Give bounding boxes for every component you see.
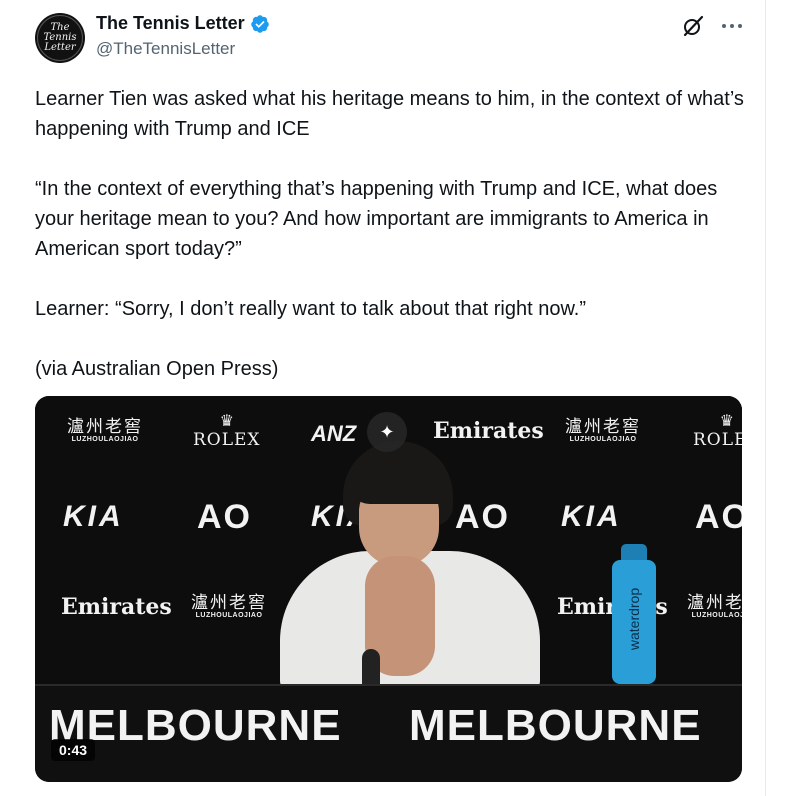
sponsor-text: 瀘州老窖 xyxy=(67,417,143,437)
player-fringe xyxy=(349,449,449,504)
bottle-brand-text: waterdrop xyxy=(626,587,643,651)
more-icon[interactable] xyxy=(722,16,742,36)
sponsor-rolex-logo: ♛ ROLEX xyxy=(193,413,261,451)
sparkle-icon: ✦ xyxy=(379,421,395,442)
sponsor-text: LUZHOULAOJIAO xyxy=(569,436,637,443)
avatar-text-line: Letter xyxy=(44,42,76,53)
video-player[interactable]: 瀘州老窖 LUZHOULAOJIAO ♛ ROLEX ANZ Emirates … xyxy=(35,396,742,782)
rolex-crown-icon: ♛ xyxy=(219,413,234,430)
verified-badge-icon xyxy=(250,14,269,33)
tweet-card: The Tennis Letter The Tennis Letter @The… xyxy=(0,0,766,796)
avatar-logo: The Tennis Letter xyxy=(37,15,83,61)
sponsor-luzhoulaojiao-logo: 瀘州老窖 LUZHOULAOJIAO xyxy=(565,418,641,443)
desk-melbourne-text: MELBOURNE xyxy=(409,701,702,750)
tweet-paragraph: “In the context of everything that’s hap… xyxy=(35,178,718,260)
grok-analyze-button[interactable]: ✦ xyxy=(367,412,407,452)
bottle-label: waterdrop xyxy=(622,574,646,664)
sponsor-text: 瀘州老窖 xyxy=(687,593,742,613)
sponsor-text: ROLEX xyxy=(193,430,261,450)
sponsor-rolex-logo: ♛ ROLEX xyxy=(693,413,742,451)
rolex-crown-icon: ♛ xyxy=(719,413,734,430)
sponsor-luzhoulaojiao-logo: 瀘州老窖 LUZHOULAOJIAO xyxy=(191,594,267,619)
author-handle[interactable]: @TheTennisLetter xyxy=(96,39,235,59)
avatar[interactable]: The Tennis Letter xyxy=(35,13,85,63)
sponsor-luzhoulaojiao-logo: 瀘州老窖 LUZHOULAOJIAO xyxy=(687,594,742,619)
sponsor-emirates-logo: Emirates xyxy=(61,594,172,620)
video-duration: 0:43 xyxy=(51,739,96,761)
author-display-name[interactable]: The Tennis Letter xyxy=(96,13,245,34)
sponsor-text: 瀘州老窖 xyxy=(191,593,267,613)
more-dot xyxy=(738,24,742,28)
sponsor-ao-logo: AO xyxy=(197,498,252,536)
sponsor-text: 瀘州老窖 xyxy=(565,417,641,437)
sponsor-text: ROLEX xyxy=(693,430,742,450)
more-dot xyxy=(722,24,726,28)
sponsor-text: LUZHOULAOJIAO xyxy=(195,612,263,619)
sponsor-kia-logo: KIA xyxy=(63,500,124,533)
sponsor-ao-logo: AO xyxy=(695,498,742,536)
tweet-paragraph: Learner Tien was asked what his heritage… xyxy=(35,88,744,140)
tweet-text: Learner Tien was asked what his heritage… xyxy=(35,84,755,384)
sponsor-luzhoulaojiao-logo: 瀘州老窖 LUZHOULAOJIAO xyxy=(67,418,143,443)
sponsor-text: LUZHOULAOJIAO xyxy=(691,612,742,619)
water-bottle: waterdrop xyxy=(612,544,656,684)
sponsor-text: LUZHOULAOJIAO xyxy=(71,436,139,443)
player-figure xyxy=(265,441,555,691)
grok-icon[interactable] xyxy=(681,14,705,38)
author-name-row: The Tennis Letter xyxy=(96,13,270,34)
sponsor-kia-logo: KIA xyxy=(561,500,622,533)
more-dot xyxy=(730,24,734,28)
tweet-paragraph: Learner: “Sorry, I don’t really want to … xyxy=(35,298,587,320)
tweet-paragraph: (via Australian Open Press) xyxy=(35,358,279,380)
